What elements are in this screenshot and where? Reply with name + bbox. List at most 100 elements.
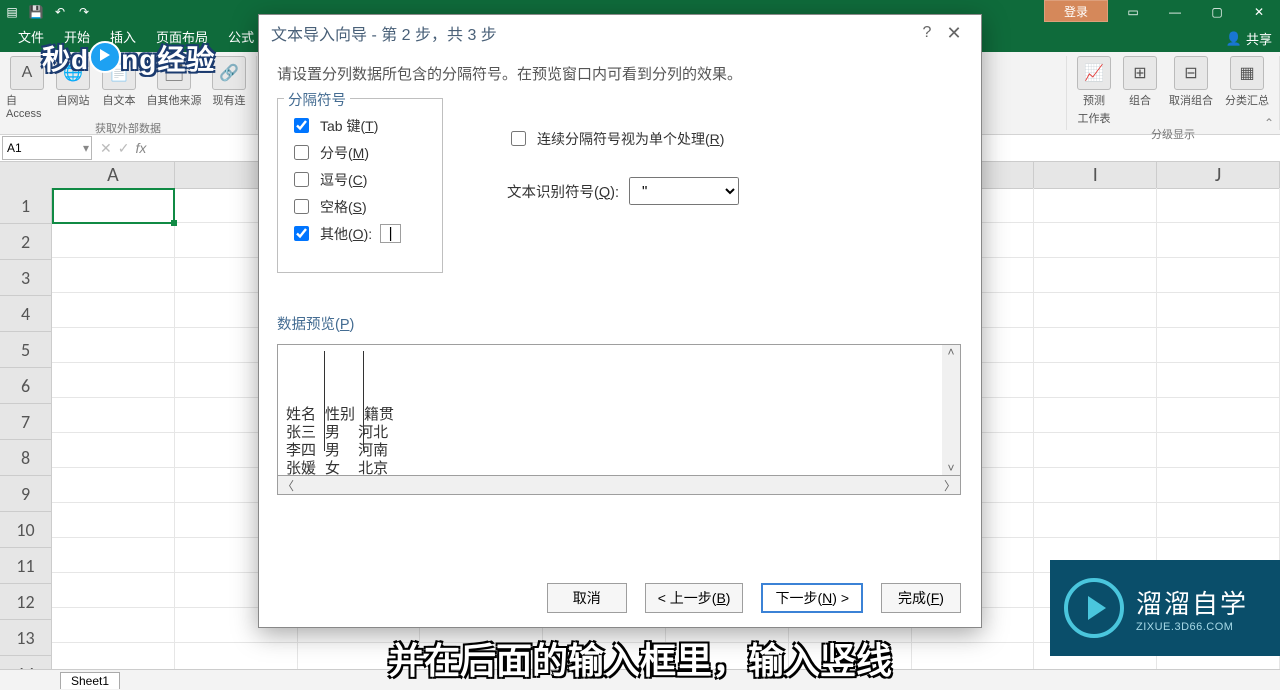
cell[interactable] (1034, 223, 1157, 258)
cell[interactable] (1157, 188, 1280, 223)
ungroup-button[interactable]: ⊟取消组合 (1165, 56, 1217, 126)
cell[interactable] (1157, 258, 1280, 293)
preview-v-scrollbar[interactable]: ˄ ˅ (942, 345, 960, 475)
cell[interactable] (1034, 293, 1157, 328)
cell[interactable] (1034, 398, 1157, 433)
name-box[interactable]: A1 ▾ (2, 136, 92, 160)
text-import-wizard-dialog: 文本导入向导 - 第 2 步，共 3 步 ? ✕ 请设置分列数据所包含的分隔符号… (258, 14, 982, 628)
cell[interactable] (52, 258, 175, 293)
column-header[interactable]: A (52, 162, 175, 189)
cell[interactable] (1034, 188, 1157, 223)
semicolon-checkbox[interactable]: 分号(M) (290, 142, 430, 163)
dialog-close-icon[interactable]: ✕ (939, 23, 969, 44)
row-header[interactable]: 4 (0, 296, 52, 332)
cell[interactable] (52, 363, 175, 398)
scroll-up-icon[interactable]: ˄ (947, 345, 954, 359)
cancel-formula-icon[interactable]: ✕ (100, 140, 112, 157)
comma-checkbox-input[interactable] (294, 172, 309, 187)
other-checkbox-input[interactable] (294, 226, 309, 241)
share-button[interactable]: 👤 共享 (1226, 29, 1272, 48)
cell[interactable] (1034, 363, 1157, 398)
cell[interactable] (52, 573, 175, 608)
column-header[interactable]: I (1034, 162, 1157, 189)
consecutive-checkbox[interactable]: 连续分隔符号视为单个处理(R) (507, 128, 739, 149)
cell[interactable] (1034, 258, 1157, 293)
row-header[interactable]: 3 (0, 260, 52, 296)
consecutive-checkbox-input[interactable] (511, 131, 526, 146)
cell[interactable] (52, 293, 175, 328)
space-checkbox[interactable]: 空格(S) (290, 196, 430, 217)
cell[interactable] (1157, 433, 1280, 468)
cell[interactable] (1157, 293, 1280, 328)
row-header[interactable]: 6 (0, 368, 52, 404)
other-checkbox[interactable]: 其他(O): (290, 223, 430, 244)
cell[interactable] (1034, 328, 1157, 363)
cell[interactable] (1157, 398, 1280, 433)
cell[interactable] (52, 538, 175, 573)
cell[interactable] (1157, 503, 1280, 538)
row-header[interactable]: 7 (0, 404, 52, 440)
brand-name: 溜溜自学 (1136, 584, 1248, 621)
column-header[interactable]: J (1157, 162, 1280, 189)
accept-formula-icon[interactable]: ✓ (118, 140, 130, 157)
maximize-icon[interactable]: ▢ (1196, 0, 1238, 24)
collapse-ribbon-icon[interactable]: ⌃ (1264, 116, 1274, 130)
group-button[interactable]: ⊞组合 (1119, 56, 1161, 126)
text-qualifier-select[interactable]: " (629, 177, 739, 205)
fx-icon[interactable]: fx (135, 140, 146, 157)
save-icon[interactable]: 💾 (28, 4, 44, 20)
name-box-dropdown-icon[interactable]: ▾ (83, 141, 91, 155)
cell[interactable] (1157, 468, 1280, 503)
scroll-down-icon[interactable]: ˅ (947, 461, 954, 475)
cell[interactable] (1157, 363, 1280, 398)
preview-h-scrollbar[interactable]: 〈 〉 (277, 476, 961, 495)
cell[interactable] (1034, 468, 1157, 503)
comma-checkbox[interactable]: 逗号(C) (290, 169, 430, 190)
cell[interactable] (1157, 223, 1280, 258)
cell[interactable] (52, 328, 175, 363)
tab-checkbox-input[interactable] (294, 118, 309, 133)
row-header[interactable]: 1 (0, 188, 52, 224)
login-badge[interactable]: 登录 (1044, 0, 1108, 22)
redo-icon[interactable]: ↷ (76, 4, 92, 20)
row-header[interactable]: 2 (0, 224, 52, 260)
scroll-right-icon[interactable]: 〉 (944, 477, 960, 494)
minimize-icon[interactable]: — (1154, 0, 1196, 24)
row-header[interactable]: 11 (0, 548, 52, 584)
space-checkbox-input[interactable] (294, 199, 309, 214)
cell[interactable] (1034, 503, 1157, 538)
cell[interactable] (52, 398, 175, 433)
cell[interactable] (1034, 433, 1157, 468)
row-header[interactable]: 5 (0, 332, 52, 368)
next-button[interactable]: 下一步(N) > (761, 583, 863, 613)
row-header[interactable]: 10 (0, 512, 52, 548)
cell[interactable] (1157, 328, 1280, 363)
group-label-getdata: 获取外部数据 (95, 120, 161, 138)
cell[interactable] (52, 433, 175, 468)
back-button[interactable]: < 上一步(B) (645, 583, 744, 613)
cell[interactable] (52, 188, 175, 223)
row-header[interactable]: 12 (0, 584, 52, 620)
row-header[interactable]: 9 (0, 476, 52, 512)
row-headers: 1234567891011121314 (0, 188, 52, 676)
dialog-help-icon[interactable]: ? (915, 24, 939, 42)
row-header[interactable]: 8 (0, 440, 52, 476)
cancel-button[interactable]: 取消 (547, 583, 627, 613)
cell[interactable] (52, 468, 175, 503)
select-all-corner[interactable] (0, 162, 53, 189)
semicolon-checkbox-input[interactable] (294, 145, 309, 160)
other-delimiter-input[interactable] (380, 224, 401, 243)
ribbon-options-icon[interactable]: ▭ (1112, 0, 1154, 24)
close-icon[interactable]: ✕ (1238, 0, 1280, 24)
cell[interactable] (52, 503, 175, 538)
cell[interactable] (52, 223, 175, 258)
play-icon (89, 41, 121, 73)
finish-button[interactable]: 完成(F) (881, 583, 961, 613)
dialog-title-bar: 文本导入向导 - 第 2 步，共 3 步 ? ✕ (259, 15, 981, 51)
undo-icon[interactable]: ↶ (52, 4, 68, 20)
scroll-left-icon[interactable]: 〈 (278, 477, 294, 494)
forecast-button[interactable]: 📈预测工作表 (1073, 56, 1115, 126)
preview-row: 张三 男 河北 (286, 423, 934, 441)
brand-url: ZIXUE.3D66.COM (1136, 621, 1248, 633)
tab-checkbox[interactable]: Tab 键(T) (290, 115, 430, 136)
